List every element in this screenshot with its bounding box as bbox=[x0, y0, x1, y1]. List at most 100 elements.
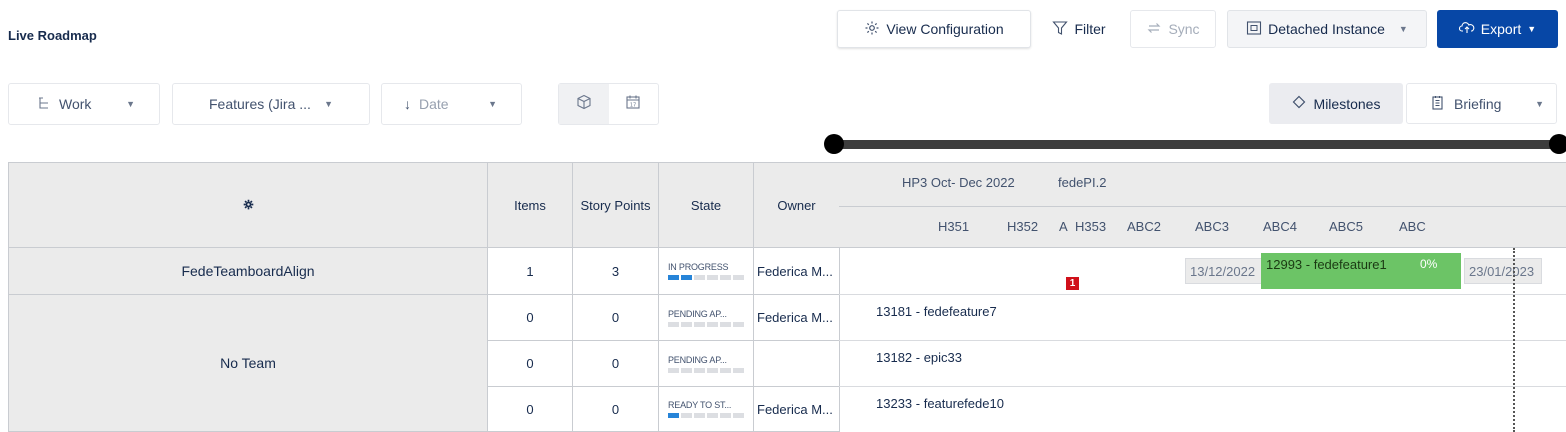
items-cell: 0 bbox=[487, 340, 573, 387]
top-bar: Live Roadmap View Configuration Filter S… bbox=[0, 0, 1566, 68]
items-cell: 0 bbox=[487, 386, 573, 432]
work-label: Work bbox=[59, 96, 92, 112]
export-label: Export bbox=[1480, 21, 1522, 37]
state-progress-bar bbox=[668, 413, 744, 418]
filter-label: Filter bbox=[1074, 21, 1106, 37]
view-toggle: 17 bbox=[558, 83, 659, 125]
export-icon bbox=[1458, 20, 1475, 39]
features-dropdown[interactable]: Features (Jira ... ▼ bbox=[172, 83, 370, 125]
iteration-label: ABC4 bbox=[1263, 219, 1297, 234]
timeline-range-slider[interactable] bbox=[835, 140, 1559, 149]
sync-label: Sync bbox=[1168, 21, 1200, 37]
sync-button[interactable]: Sync bbox=[1130, 10, 1216, 48]
iteration-label: H352 bbox=[1007, 219, 1039, 234]
owner-column-header: Owner bbox=[753, 162, 840, 248]
box-view-toggle[interactable] bbox=[559, 84, 609, 124]
story-points-cell: 3 bbox=[572, 247, 659, 295]
app-title: Live Roadmap bbox=[8, 28, 97, 43]
iteration-label: ABC bbox=[1399, 219, 1426, 234]
program-increment-label: HP3 Oct- Dec 2022 bbox=[902, 175, 1015, 190]
milestones-label: Milestones bbox=[1313, 95, 1381, 112]
filter-icon bbox=[1052, 20, 1069, 39]
chevron-down-icon: ▼ bbox=[488, 99, 497, 109]
briefing-dropdown[interactable]: Briefing ▼ bbox=[1406, 83, 1557, 124]
gear-icon[interactable] bbox=[243, 198, 254, 213]
story-points-column-header: Story Points bbox=[572, 162, 659, 248]
iteration-label: ABC3 bbox=[1195, 219, 1229, 234]
feature-bar[interactable]: 12993 - fedefeature1 0% bbox=[1261, 253, 1461, 289]
gear-icon bbox=[864, 20, 880, 39]
state-progress-bar bbox=[668, 321, 744, 327]
iteration-label: ABC2 bbox=[1127, 219, 1161, 234]
date-label: Date bbox=[419, 96, 449, 112]
state-label: IN PROGRESS bbox=[668, 262, 729, 272]
view-configuration-button[interactable]: View Configuration bbox=[837, 10, 1031, 48]
sync-icon bbox=[1146, 20, 1162, 39]
timeline-item[interactable]: 13233 - featurefede10 bbox=[876, 396, 1004, 411]
state-progress-bar bbox=[668, 275, 744, 280]
timeline-row-divider bbox=[839, 340, 1566, 341]
features-label: Features (Jira ... bbox=[209, 96, 311, 112]
briefing-label: Briefing bbox=[1454, 95, 1502, 112]
state-label: PENDING AP... bbox=[668, 308, 727, 319]
instance-icon bbox=[1246, 20, 1262, 39]
calendar-icon: 17 bbox=[625, 94, 641, 115]
team-cell: FedeTeamboardAlign bbox=[8, 247, 488, 295]
detached-instance-label: Detached Instance bbox=[1268, 21, 1385, 37]
timeline-row-divider bbox=[839, 294, 1566, 295]
hierarchy-icon bbox=[37, 96, 51, 113]
iteration-label: H353 bbox=[1075, 219, 1107, 234]
timeline-item[interactable]: 13182 - epic33 bbox=[876, 350, 962, 365]
state-label: READY TO ST... bbox=[668, 400, 732, 410]
sort-arrow-icon: ↓ bbox=[404, 96, 411, 112]
items-column-header: Items bbox=[487, 162, 573, 248]
box-icon bbox=[576, 94, 592, 115]
calendar-view-toggle[interactable]: 17 bbox=[609, 84, 659, 124]
iteration-label: ABC5 bbox=[1329, 219, 1363, 234]
story-points-cell: 0 bbox=[572, 294, 659, 341]
state-label: PENDING AP... bbox=[668, 354, 727, 365]
feature-start-date: 13/12/2022 bbox=[1185, 258, 1263, 284]
feature-end-date: 23/01/2023 bbox=[1464, 258, 1542, 284]
export-button[interactable]: Export ▼ bbox=[1437, 10, 1558, 48]
chevron-down-icon: ▼ bbox=[324, 99, 333, 109]
owner-cell: Federica M... bbox=[753, 294, 840, 341]
items-cell: 1 bbox=[487, 247, 573, 295]
items-cell: 0 bbox=[487, 294, 573, 341]
date-dropdown[interactable]: ↓ Date ▼ bbox=[381, 83, 522, 125]
program-increment-label: fedePI.2 bbox=[1058, 175, 1107, 190]
work-dropdown[interactable]: Work ▼ bbox=[8, 83, 160, 125]
filter-button[interactable]: Filter bbox=[1043, 10, 1115, 48]
state-cell: PENDING AP... bbox=[658, 340, 754, 387]
chevron-down-icon: ▼ bbox=[1398, 24, 1408, 34]
timeline-header: HP3 Oct- Dec 2022 fedePI.2 H351 H352 A H… bbox=[839, 162, 1566, 248]
diamond-icon bbox=[1292, 95, 1306, 112]
team-cell: No Team bbox=[8, 294, 488, 432]
today-marker-line bbox=[1513, 248, 1515, 432]
state-cell: IN PROGRESS bbox=[658, 247, 754, 295]
view-configuration-label: View Configuration bbox=[886, 21, 1004, 37]
timeline-row-divider bbox=[839, 386, 1566, 387]
chevron-down-icon: ▼ bbox=[126, 99, 135, 109]
milestones-button[interactable]: Milestones bbox=[1269, 83, 1403, 124]
timeline-divider bbox=[839, 206, 1566, 207]
feature-title: 12993 - fedefeature1 bbox=[1266, 257, 1387, 272]
state-column-header: State bbox=[658, 162, 754, 248]
owner-cell: Federica M... bbox=[753, 386, 840, 432]
dependency-count-badge[interactable]: 1 bbox=[1066, 277, 1079, 290]
state-progress-bar bbox=[668, 367, 744, 373]
state-cell: PENDING AP... bbox=[658, 294, 754, 341]
story-points-cell: 0 bbox=[572, 386, 659, 432]
feature-progress: 0% bbox=[1420, 257, 1438, 271]
timeline-item[interactable]: 13181 - fedefeature7 bbox=[876, 304, 997, 319]
team-column-header bbox=[8, 162, 488, 248]
iteration-label: A bbox=[1059, 219, 1068, 234]
detached-instance-dropdown[interactable]: Detached Instance ▼ bbox=[1227, 10, 1427, 48]
range-start-handle[interactable] bbox=[824, 134, 844, 154]
document-icon bbox=[1431, 95, 1444, 113]
owner-cell bbox=[753, 340, 840, 387]
state-cell: READY TO ST... bbox=[658, 386, 754, 432]
owner-cell: Federica M... bbox=[753, 247, 840, 295]
story-points-cell: 0 bbox=[572, 340, 659, 387]
range-end-handle[interactable] bbox=[1549, 134, 1566, 154]
